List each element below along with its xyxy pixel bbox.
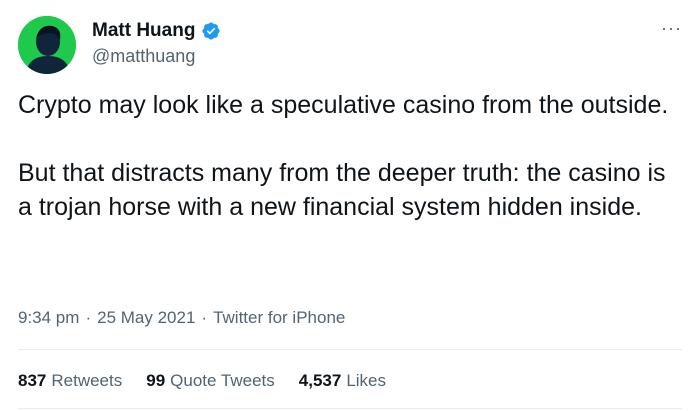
tweet-text: Crypto may look like a speculative casin…: [18, 88, 678, 224]
tweet-time[interactable]: 9:34 pm: [18, 308, 79, 328]
quote-tweets-stat[interactable]: 99 Quote Tweets: [146, 371, 275, 391]
retweets-stat[interactable]: 837 Retweets: [18, 371, 122, 391]
separator-dot: ·: [85, 308, 92, 327]
tweet-stats: 837 Retweets 99 Quote Tweets 4,537 Likes: [18, 371, 410, 391]
likes-stat[interactable]: 4,537 Likes: [299, 371, 386, 391]
quote-tweets-count: 99: [146, 371, 166, 390]
more-options-icon[interactable]: ···: [661, 18, 682, 39]
tweet-paragraph-1: Crypto may look like a speculative casin…: [18, 91, 669, 119]
avatar-portrait-icon: [18, 16, 76, 74]
quote-tweets-label: Quote Tweets: [170, 371, 275, 390]
tweet-paragraph-2: But that distracts many from the deeper …: [18, 159, 666, 221]
tweet-metadata: 9:34 pm · 25 May 2021 · Twitter for iPho…: [18, 308, 345, 328]
author-name-row[interactable]: Matt Huang: [92, 20, 221, 42]
author-handle[interactable]: @matthuang: [92, 46, 195, 67]
likes-count: 4,537: [298, 371, 342, 390]
tweet-source[interactable]: Twitter for iPhone: [213, 308, 345, 328]
separator-dot: ·: [201, 308, 208, 327]
likes-label: Likes: [346, 371, 386, 390]
avatar[interactable]: [18, 16, 76, 74]
divider: [18, 408, 682, 409]
divider: [18, 349, 682, 350]
author-name[interactable]: Matt Huang: [92, 20, 195, 42]
verified-badge-icon: [202, 22, 220, 40]
retweets-label: Retweets: [51, 371, 123, 390]
tweet-card: Matt Huang @matthuang ··· Crypto may loo…: [0, 0, 700, 411]
retweets-count: 837: [18, 371, 47, 390]
tweet-date[interactable]: 25 May 2021: [97, 308, 195, 328]
